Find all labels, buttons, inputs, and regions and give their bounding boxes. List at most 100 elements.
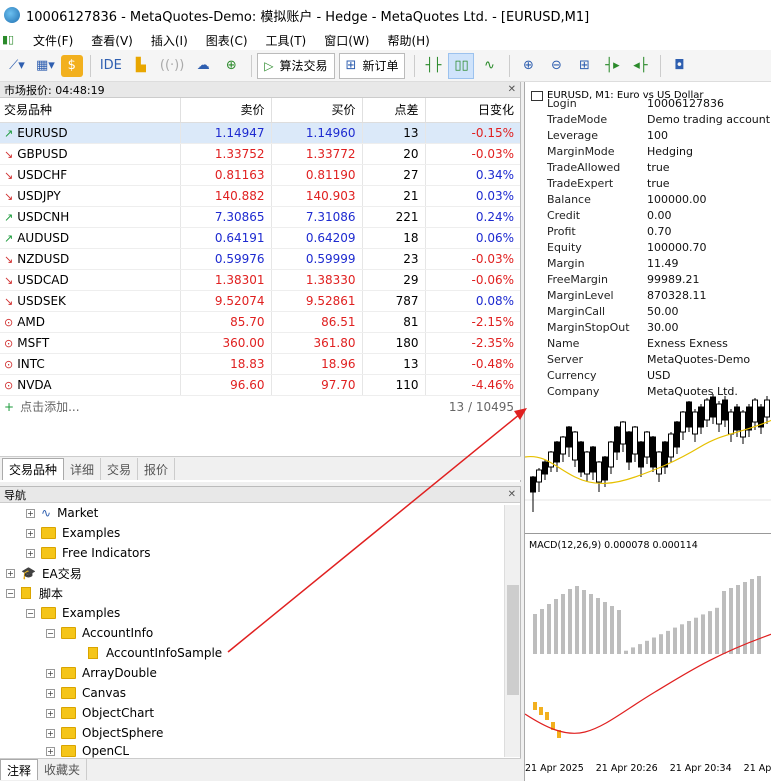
tree-item-expert-advisors[interactable]: + 🎓 EA交易	[6, 563, 82, 583]
close-icon[interactable]: ✕	[508, 84, 516, 95]
table-row[interactable]: ↘ USDJPY 140.882 140.903 21 0.03%	[0, 185, 520, 207]
menu-charts[interactable]: 图表(C)	[197, 32, 257, 49]
scrollbar-thumb[interactable]	[507, 585, 519, 695]
ide-button[interactable]: IDE	[96, 53, 126, 79]
expand-icon[interactable]: +	[46, 708, 55, 718]
folder-icon	[61, 687, 76, 699]
tab-trading[interactable]: 交易	[101, 458, 139, 480]
add-symbol-row[interactable]: + 点击添加... 13 / 10495	[0, 396, 520, 418]
column-header-bid[interactable]: 卖价	[180, 98, 272, 123]
symbol-name: USDCAD	[17, 272, 69, 287]
macd-histogram-bar	[722, 591, 726, 654]
column-header-symbol[interactable]: 交易品种	[0, 98, 181, 123]
toolbar-separator	[509, 54, 511, 77]
menu-insert[interactable]: 插入(I)	[142, 32, 197, 49]
tree-item-accountinfosample[interactable]: AccountInfoSample	[88, 643, 222, 663]
line-chart-icon[interactable]: ⟋▾	[4, 53, 30, 79]
new-order-button[interactable]: ⊞ 新订单	[338, 52, 406, 79]
tree-item-examples[interactable]: + Examples	[26, 523, 120, 543]
tree-item-scripts[interactable]: − 脚本	[6, 583, 63, 603]
tree-item-market[interactable]: + ∿ Market	[26, 503, 98, 523]
tree-item-canvas[interactable]: + Canvas	[46, 683, 126, 703]
expand-icon[interactable]: +	[26, 508, 35, 518]
collapse-icon[interactable]: −	[26, 608, 35, 618]
ask-cell: 97.70	[271, 374, 363, 396]
algo-trading-button[interactable]: ▷ 算法交易	[257, 52, 335, 79]
tree-item-free-indicators[interactable]: + Free Indicators	[26, 543, 151, 563]
ask-cell: 0.64209	[271, 227, 363, 249]
toolbar-separator	[251, 54, 253, 77]
table-row[interactable]: ⊙ INTC 18.83 18.96 13 -0.48%	[0, 353, 520, 375]
market-bag-icon[interactable]: ▙	[128, 53, 154, 79]
chart-template-icon[interactable]: ▦▾	[32, 53, 59, 79]
expand-icon[interactable]: +	[6, 568, 15, 578]
menu-tools[interactable]: 工具(T)	[257, 32, 316, 49]
table-row[interactable]: ⊙ AMD 85.70 86.51 81 -2.15%	[0, 311, 520, 333]
menu-window[interactable]: 窗口(W)	[315, 32, 378, 49]
tab-common[interactable]: 注释	[0, 759, 39, 780]
auto-scroll-icon[interactable]: ┤▸	[599, 53, 625, 79]
cloud-icon[interactable]: ☁	[190, 53, 216, 79]
expand-icon[interactable]: +	[46, 728, 55, 738]
symbol-name: USDSEK	[17, 293, 66, 308]
table-row[interactable]: ↘ GBPUSD 1.33752 1.33772 20 -0.03%	[0, 143, 520, 165]
bar-chart-icon[interactable]: ┤├	[420, 53, 446, 79]
chart-shift-icon[interactable]: ◂├	[627, 53, 653, 79]
chart-window[interactable]: EURUSD, M1: Euro vs US Dollar Login 10006…	[524, 82, 771, 781]
time-axis-label: 21 Apr 2025	[525, 763, 584, 774]
navigator-scrollbar[interactable]	[504, 505, 520, 757]
tree-item-accountinfo[interactable]: − AccountInfo	[46, 623, 153, 643]
zoom-out-icon[interactable]: ⊖	[543, 53, 569, 79]
menu-file[interactable]: 文件(F)	[24, 32, 82, 49]
chart-menu-icon[interactable]: ▮▯	[2, 33, 16, 47]
vps-icon[interactable]: ⊕	[218, 53, 244, 79]
arrow-down-icon: ↘	[4, 252, 14, 266]
table-row[interactable]: ↘ NZDUSD 0.59976 0.59999 23 -0.03%	[0, 248, 520, 270]
zoom-in-icon[interactable]: ⊕	[515, 53, 541, 79]
tile-windows-icon[interactable]: ⊞	[571, 53, 597, 79]
arrow-down-icon: ↘	[4, 189, 14, 203]
tree-item-objectchart[interactable]: + ObjectChart	[46, 703, 154, 723]
table-row[interactable]: ↘ USDCHF 0.81163 0.81190 27 0.34%	[0, 164, 520, 186]
table-row[interactable]: ⊙ NVDA 96.60 97.70 110 -4.46%	[0, 374, 520, 396]
title-bar: 10006127836 - MetaQuotes-Demo: 模拟账户 - He…	[0, 0, 771, 30]
tab-symbols[interactable]: 交易品种	[2, 458, 65, 480]
column-header-daily-change[interactable]: 日变化	[425, 98, 520, 123]
expand-icon[interactable]: +	[46, 688, 55, 698]
macd-histogram-bar	[554, 599, 558, 654]
candlestick-icon[interactable]: ▯▯	[448, 52, 475, 79]
stock-clock-icon: ⊙	[4, 336, 14, 350]
menu-help[interactable]: 帮助(H)	[378, 32, 438, 49]
tab-favorites[interactable]: 收藏夹	[38, 759, 88, 780]
tree-item-objectsphere[interactable]: + ObjectSphere	[46, 723, 163, 743]
table-row[interactable]: ⊙ MSFT 360.00 361.80 180 -2.35%	[0, 332, 520, 354]
line-icon[interactable]: ∿	[476, 53, 502, 79]
expand-icon[interactable]: +	[26, 548, 35, 558]
close-icon[interactable]: ✕	[508, 489, 516, 500]
expand-icon[interactable]: +	[26, 528, 35, 538]
bid-cell: 18.83	[180, 353, 272, 375]
collapse-icon[interactable]: −	[6, 588, 15, 598]
tree-item-arraydouble[interactable]: + ArrayDouble	[46, 663, 157, 683]
tree-item-scripts-examples[interactable]: − Examples	[26, 603, 120, 623]
column-header-ask[interactable]: 买价	[271, 98, 363, 123]
table-row[interactable]: ↗ EURUSD 1.14947 1.14960 13 -0.15%	[0, 122, 520, 144]
column-header-spread[interactable]: 点差	[362, 98, 426, 123]
expand-icon[interactable]: +	[46, 746, 55, 756]
tree-item-opencl[interactable]: + OpenCL	[46, 743, 129, 759]
signals-icon[interactable]: ((·))	[156, 53, 188, 79]
macd-histogram-bar	[596, 598, 600, 654]
screenshot-icon[interactable]: ◘	[666, 53, 692, 79]
table-row[interactable]: ↗ USDCNH 7.30865 7.31086 221 0.24%	[0, 206, 520, 228]
tab-ticks[interactable]: 报价	[138, 458, 176, 480]
collapse-icon[interactable]: −	[46, 628, 55, 638]
symbol-name: NVDA	[17, 377, 52, 392]
table-row[interactable]: ↗ AUDUSD 0.64191 0.64209 18 0.06%	[0, 227, 520, 249]
tab-details[interactable]: 详细	[64, 458, 102, 480]
bid-cell: 140.882	[180, 185, 272, 207]
menu-view[interactable]: 查看(V)	[82, 32, 142, 49]
dollar-icon[interactable]: $	[60, 54, 83, 77]
table-row[interactable]: ↘ USDSEK 9.52074 9.52861 787 0.08%	[0, 290, 520, 312]
table-row[interactable]: ↘ USDCAD 1.38301 1.38330 29 -0.06%	[0, 269, 520, 291]
expand-icon[interactable]: +	[46, 668, 55, 678]
